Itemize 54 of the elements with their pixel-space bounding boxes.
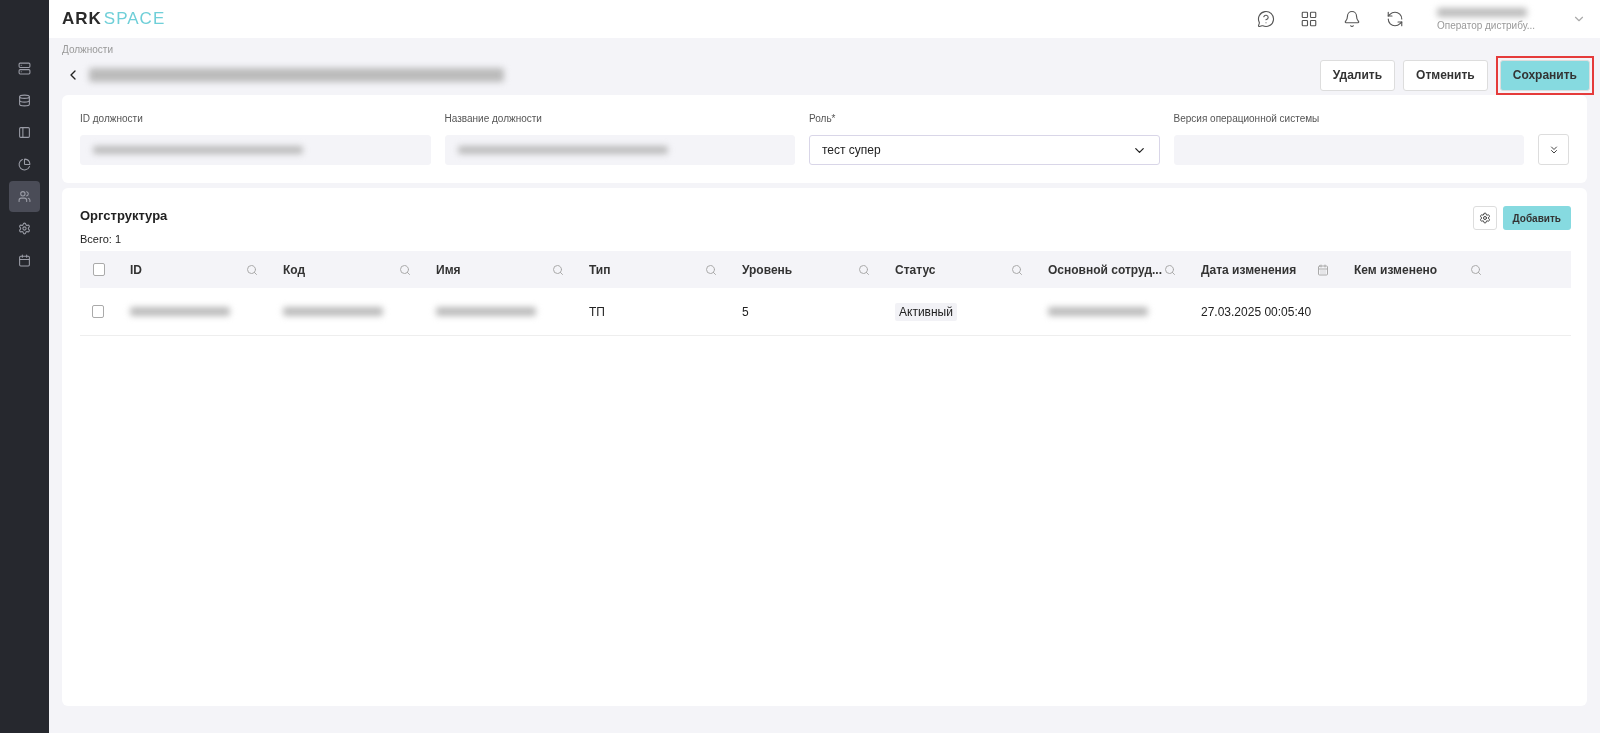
field-label: Название должности xyxy=(444,113,543,124)
search-icon[interactable] xyxy=(552,263,564,276)
table-title: Оргструктура xyxy=(80,208,168,223)
total-count: Всего: 1 xyxy=(80,233,123,245)
user-role: Оператор дистрибу... xyxy=(1437,19,1537,31)
search-icon[interactable] xyxy=(705,263,717,276)
apps-grid-icon[interactable] xyxy=(1300,10,1318,28)
checkbox[interactable] xyxy=(92,305,104,318)
action-button[interactable]: Удалить xyxy=(1319,59,1396,91)
table-cell: 27.03.2025 00:05:40 xyxy=(1201,304,1312,319)
calendar-icon xyxy=(18,254,31,267)
settings-icon xyxy=(18,222,31,235)
expand-button[interactable] xyxy=(1538,134,1569,165)
column-header[interactable]: Кем изменено xyxy=(1341,251,1494,288)
checkbox[interactable] xyxy=(93,263,105,276)
users-icon xyxy=(18,190,31,203)
action-button[interactable]: Сохранить xyxy=(1499,59,1590,91)
search-icon[interactable] xyxy=(399,263,411,276)
column-header[interactable]: Тип xyxy=(576,251,729,288)
add-button[interactable]: Добавить xyxy=(1502,206,1571,230)
sidebar-item[interactable] xyxy=(9,181,40,212)
status-badge: Активный xyxy=(895,302,957,321)
database-icon xyxy=(18,94,31,107)
action-button[interactable]: Отменить xyxy=(1403,59,1488,91)
search-icon[interactable] xyxy=(1011,263,1023,276)
settings-button[interactable] xyxy=(1472,206,1497,230)
column-header[interactable]: Дата изменения xyxy=(1188,251,1341,288)
logo: ARKSPACE xyxy=(62,9,166,29)
search-icon[interactable] xyxy=(1164,263,1176,276)
pie-chart-icon xyxy=(18,158,31,171)
column-header[interactable]: Уровень xyxy=(729,251,882,288)
column-header[interactable]: Статус xyxy=(882,251,1035,288)
role-select[interactable]: тест супер xyxy=(809,135,1160,165)
table-cell: ТП xyxy=(589,304,605,319)
field-label: Роль* xyxy=(809,113,837,124)
column-header[interactable]: Имя xyxy=(423,251,576,288)
calendar-icon[interactable] xyxy=(1317,263,1329,276)
search-icon[interactable] xyxy=(246,263,258,276)
input-field[interactable] xyxy=(80,135,431,165)
table-cell: 5 xyxy=(742,304,749,319)
sync-icon[interactable] xyxy=(1386,10,1404,28)
panel-icon xyxy=(18,126,31,139)
server-icon xyxy=(18,62,31,75)
column-header[interactable]: Основной сотруд... xyxy=(1035,251,1188,288)
column-header[interactable]: Код xyxy=(270,251,423,288)
help-chat-icon[interactable] xyxy=(1257,10,1275,28)
field-label: Версия операционной системы xyxy=(1173,113,1321,124)
field-label: ID должности xyxy=(80,113,144,124)
input-field[interactable] xyxy=(444,135,795,165)
bell-icon[interactable] xyxy=(1343,10,1361,28)
search-icon[interactable] xyxy=(858,263,870,276)
column-header[interactable]: ID xyxy=(117,251,270,288)
settings-icon xyxy=(1478,212,1491,224)
search-icon[interactable] xyxy=(1470,263,1482,276)
